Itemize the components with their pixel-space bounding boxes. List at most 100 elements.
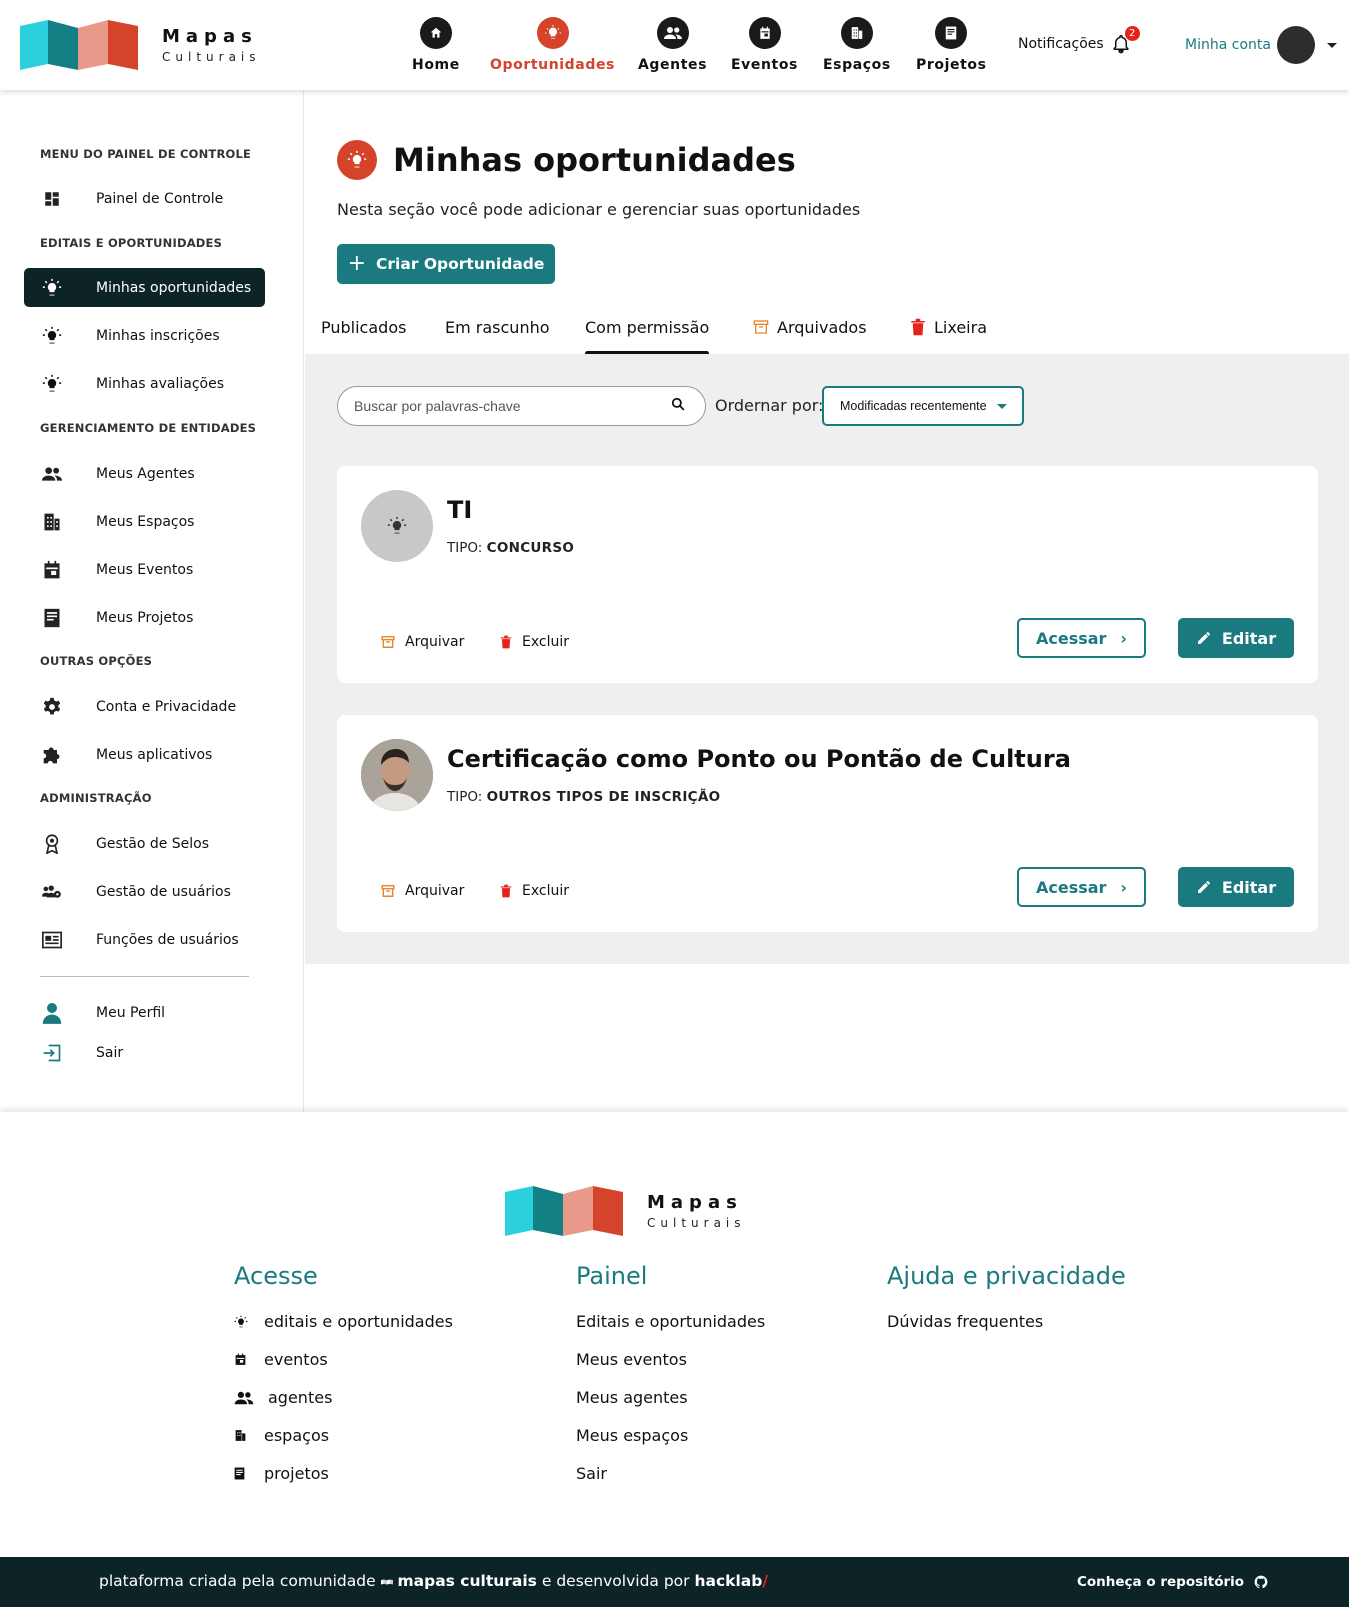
tab-rascunho[interactable]: Em rascunho [445,318,550,356]
building-icon [840,17,873,49]
sidebar-item-perfil[interactable]: Meu Perfil [24,993,265,1032]
page-header: Minhas oportunidades [337,140,796,180]
sidebar-item-inscricoes[interactable]: Minhas inscrições [24,316,265,355]
footer-link-sair[interactable]: Sair [576,1464,607,1483]
footer-heading: Painel [576,1262,648,1290]
search-icon[interactable] [671,397,685,415]
edit-button[interactable]: Editar [1178,867,1294,907]
lightbulb-icon [42,278,62,298]
footer-link-meus-agentes[interactable]: Meus agentes [576,1388,688,1407]
footer-link-painel-editais[interactable]: Editais e oportunidades [576,1312,765,1331]
footer-link-espacos[interactable]: espaços [234,1426,329,1445]
sidebar-heading-outras: OUTRAS OPÇÕES [40,654,153,668]
logo-map-icon [505,1186,623,1236]
footer-link-eventos[interactable]: eventos [234,1350,328,1369]
tab-publicados[interactable]: Publicados [321,318,406,356]
tab-lixeira[interactable]: Lixeira [910,318,987,356]
footer-logo[interactable]: Mapas Culturais [505,1186,746,1236]
tab-label: Publicados [321,318,407,337]
nav-projetos[interactable]: Projetos [916,17,987,73]
edit-button[interactable]: Editar [1178,618,1294,658]
sidebar-item-label: Conta e Privacidade [96,698,237,715]
delete-button[interactable]: Excluir [500,883,569,899]
type-label: TIPO: [447,789,483,805]
tab-label: Em rascunho [445,318,550,337]
footer-link-label: Meus eventos [576,1350,687,1369]
pencil-icon [1196,879,1212,895]
access-button[interactable]: Acessar › [1017,867,1146,907]
footer-link-label: agentes [268,1388,333,1407]
footer-link-faq[interactable]: Dúvidas frequentes [887,1312,1043,1331]
sidebar-item-sair[interactable]: Sair [24,1033,265,1072]
nav-agentes[interactable]: Agentes [638,17,707,73]
users-gear-icon [42,882,62,902]
sidebar-item-agentes[interactable]: Meus Agentes [24,454,265,493]
credits-community-link[interactable]: mapas culturais [398,1572,537,1590]
footer-link-meus-espacos[interactable]: Meus espaços [576,1426,688,1445]
footer-link-agentes[interactable]: agentes [234,1388,332,1407]
seal-icon [42,833,62,854]
nav-oportunidades[interactable]: Oportunidades [490,17,615,73]
chevron-right-icon: › [1120,877,1128,897]
footer-link-editais[interactable]: editais e oportunidades [234,1312,453,1331]
sidebar-item-label: Meus Agentes [96,465,195,482]
sidebar-item-eventos[interactable]: Meus Eventos [24,550,265,589]
archive-button[interactable]: Arquivar [381,634,464,650]
sidebar-item-conta[interactable]: Conta e Privacidade [24,687,265,726]
nav-eventos[interactable]: Eventos [731,17,798,73]
footer-link-projetos[interactable]: projetos [234,1464,329,1483]
sidebar-item-projetos[interactable]: Meus Projetos [24,598,265,637]
search-input[interactable] [354,398,671,414]
footer-heading: Acesse [234,1262,318,1290]
footer-link-label: eventos [264,1350,328,1369]
profile-photo [361,739,433,811]
credits-middle: e desenvolvida por [541,1572,690,1590]
access-button[interactable]: Acessar › [1017,618,1146,658]
archive-button[interactable]: Arquivar [381,883,464,899]
sidebar-item-label: Funções de usuários [96,931,239,948]
sidebar-item-avaliacoes[interactable]: Minhas avaliações [24,364,265,403]
building-icon [42,512,62,532]
sidebar-item-funcoes[interactable]: Funções de usuários [24,920,265,959]
footer-link-label: editais e oportunidades [264,1312,453,1331]
tab-label: Com permissão [585,318,710,337]
account-label: Minha conta [1185,37,1271,53]
chevron-down-icon [996,403,1007,409]
sidebar-item-painel[interactable]: Painel de Controle [24,179,265,218]
calendar-icon [748,17,781,49]
sidebar-heading-admin: ADMINISTRAÇÃO [40,791,152,805]
pencil-icon [1196,630,1212,646]
repository-link[interactable]: Conheça o repositório [1077,1574,1268,1590]
logo-name: Mapas [647,1191,743,1213]
user-icon [42,1002,62,1024]
create-opportunity-button[interactable]: + Criar Oportunidade [337,244,555,284]
trash-icon [910,318,926,336]
sidebar-item-oportunidades[interactable]: Minhas oportunidades [24,268,265,307]
footer-link-meus-eventos[interactable]: Meus eventos [576,1350,687,1369]
tab-com-permissao[interactable]: Com permissão [585,318,710,356]
sidebar-item-selos[interactable]: Gestão de Selos [24,824,265,863]
dashboard-sidebar: MENU DO PAINEL DE CONTROLE Painel de Con… [0,90,304,1112]
bell-icon: 2 [1112,26,1140,54]
sidebar-item-aplicativos[interactable]: Meus aplicativos [24,735,265,774]
account-menu[interactable]: Minha conta [1185,26,1337,64]
nav-oportunidades-label: Oportunidades [490,57,615,73]
nav-home[interactable]: Home [412,17,460,73]
sidebar-heading-painel: MENU DO PAINEL DE CONTROLE [40,147,252,161]
sidebar-item-usuarios[interactable]: Gestão de usuários [24,872,265,911]
credits-prefix: plataforma criada pela comunidade [99,1572,376,1590]
logout-icon [42,1043,62,1063]
mapas-culturais-logo[interactable]: Mapas Culturais [20,20,261,70]
delete-button[interactable]: Excluir [500,634,569,650]
footer-heading: Ajuda e privacidade [887,1262,1126,1290]
order-select[interactable]: Modificadas recentemente [822,386,1024,426]
nav-espacos[interactable]: Espaços [823,17,891,73]
notifications-button[interactable]: Notificações 2 [1018,26,1140,54]
nav-projetos-label: Projetos [916,57,987,73]
sidebar-item-espacos[interactable]: Meus Espaços [24,502,265,541]
search-box[interactable] [337,386,706,426]
tab-arquivados[interactable]: Arquivados [753,318,867,356]
credits-company-link[interactable]: hacklab [694,1572,762,1590]
document-icon [935,17,968,49]
document-icon [42,608,62,628]
